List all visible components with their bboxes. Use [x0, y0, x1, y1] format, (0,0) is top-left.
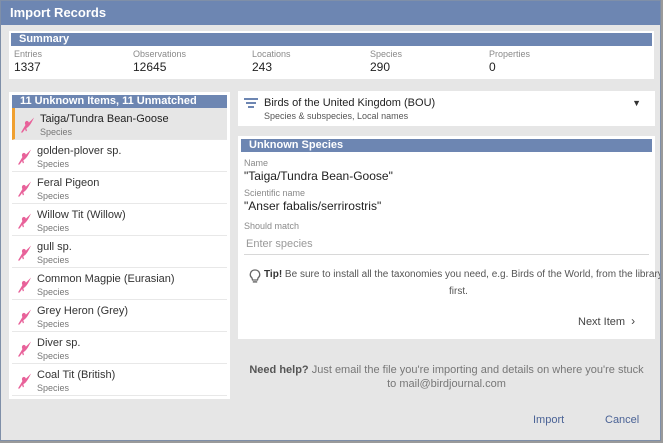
stat-entries: Entries 1337	[14, 49, 42, 74]
stat-value: 243	[252, 60, 273, 74]
item-type: Species	[37, 223, 70, 233]
list-item[interactable]: Willow Tit (Willow) Species	[12, 204, 227, 236]
summary-panel: Summary Entries 1337 Observations 12645 …	[9, 31, 654, 79]
bird-icon	[20, 117, 35, 133]
item-name: Diver sp.	[37, 337, 81, 349]
tip-text: Tip! Be sure to install all the taxonomi…	[264, 269, 661, 280]
list-item[interactable]: Taiga/Tundra Bean-Goose Species	[12, 108, 227, 140]
list-item[interactable]: golden-plover sp. Species	[12, 140, 227, 172]
item-name: Common Magpie (Eurasian)	[37, 273, 175, 285]
bird-icon	[17, 309, 32, 325]
name-label: Name	[244, 158, 269, 168]
item-type: Species	[37, 351, 70, 361]
list-item[interactable]: Feral Pigeon Species	[12, 172, 227, 204]
bird-icon	[17, 341, 32, 357]
item-type: Species	[37, 191, 70, 201]
stat-value: 1337	[14, 60, 41, 74]
unknown-items-list[interactable]: 11 Unknown Items, 11 Unmatched Taiga/Tun…	[9, 92, 230, 399]
filter-icon	[244, 98, 258, 108]
stat-label: Properties	[489, 49, 531, 59]
item-type: Species	[37, 287, 70, 297]
stat-label: Species	[370, 49, 403, 59]
stat-observations: Observations 12645	[133, 49, 186, 74]
unknown-species-panel: Unknown Species Name "Taiga/Tundra Bean-…	[238, 136, 660, 339]
bird-icon	[17, 213, 32, 229]
stat-label: Entries	[14, 49, 43, 59]
tip-label: Tip!	[264, 269, 283, 280]
item-type: Species	[40, 127, 73, 137]
item-name: Grey Heron (Grey)	[37, 305, 129, 317]
help-email: to mail@birdjournal.com	[387, 378, 506, 390]
item-name: golden-plover sp.	[37, 145, 122, 157]
stat-value: 12645	[133, 60, 167, 74]
item-type: Species	[37, 255, 70, 265]
item-name: Coal Tit (British)	[37, 369, 116, 381]
bird-icon	[17, 181, 32, 197]
tip-text-continued: first.	[449, 286, 468, 297]
stat-value: 0	[489, 60, 496, 74]
lightbulb-icon	[249, 269, 261, 283]
chevron-right-icon: ›	[631, 314, 636, 328]
item-type: Species	[37, 159, 70, 169]
dialog-title: Import Records	[1, 1, 660, 25]
item-name: Willow Tit (Willow)	[37, 209, 126, 221]
item-name: Taiga/Tundra Bean-Goose	[40, 113, 169, 125]
bird-icon	[17, 149, 32, 165]
stat-properties: Properties 0	[489, 49, 530, 74]
scientific-name-value: "Anser fabalis/serrirostris"	[244, 199, 382, 213]
list-item[interactable]: Grey Heron (Grey) Species	[12, 300, 227, 332]
stat-species: Species 290	[370, 49, 402, 74]
import-records-dialog: Import Records Summary Entries 1337 Obse…	[0, 0, 661, 441]
item-name: gull sp.	[37, 241, 72, 253]
stat-value: 290	[370, 60, 391, 74]
item-type: Species	[37, 383, 70, 393]
name-value: "Taiga/Tundra Bean-Goose"	[244, 169, 393, 183]
stat-label: Observations	[133, 49, 187, 59]
tip-body: Be sure to install all the taxonomies yo…	[282, 269, 661, 280]
stat-locations: Locations 243	[252, 49, 291, 74]
item-name: Feral Pigeon	[37, 177, 100, 189]
next-item-button[interactable]: Next Item ›	[578, 314, 635, 328]
list-item[interactable]: Common Magpie (Eurasian) Species	[12, 268, 227, 300]
unknown-species-header: Unknown Species	[241, 139, 652, 152]
cancel-button[interactable]: Cancel	[605, 414, 639, 426]
import-button[interactable]: Import	[533, 414, 564, 426]
list-item[interactable]: Coal Tit (British) Species	[12, 364, 227, 396]
stat-label: Locations	[252, 49, 291, 59]
summary-header: Summary	[11, 33, 652, 46]
taxonomy-subtitle: Species & subspecies, Local names	[264, 111, 409, 121]
taxonomy-title: Birds of the United Kingdom (BOU)	[264, 97, 436, 109]
unknown-list-header: 11 Unknown Items, 11 Unmatched	[12, 95, 227, 108]
caret-down-icon[interactable]: ▼	[632, 98, 641, 108]
item-type: Species	[37, 319, 70, 329]
help-body: Just email the file you're importing and…	[308, 364, 644, 376]
bird-icon	[17, 373, 32, 389]
next-item-label: Next Item	[578, 316, 626, 328]
list-item[interactable]: Diver sp. Species	[12, 332, 227, 364]
list-item[interactable]: gull sp. Species	[12, 236, 227, 268]
bird-icon	[17, 245, 32, 261]
taxonomy-selector[interactable]: Birds of the United Kingdom (BOU) Specie…	[238, 91, 655, 126]
should-match-label: Should match	[244, 221, 300, 231]
help-text: Need help? Just email the file you're im…	[238, 363, 655, 391]
help-bold: Need help?	[249, 364, 309, 376]
scientific-name-label: Scientific name	[244, 188, 306, 198]
species-match-input[interactable]: Enter species	[244, 233, 649, 255]
bird-icon	[17, 277, 32, 293]
